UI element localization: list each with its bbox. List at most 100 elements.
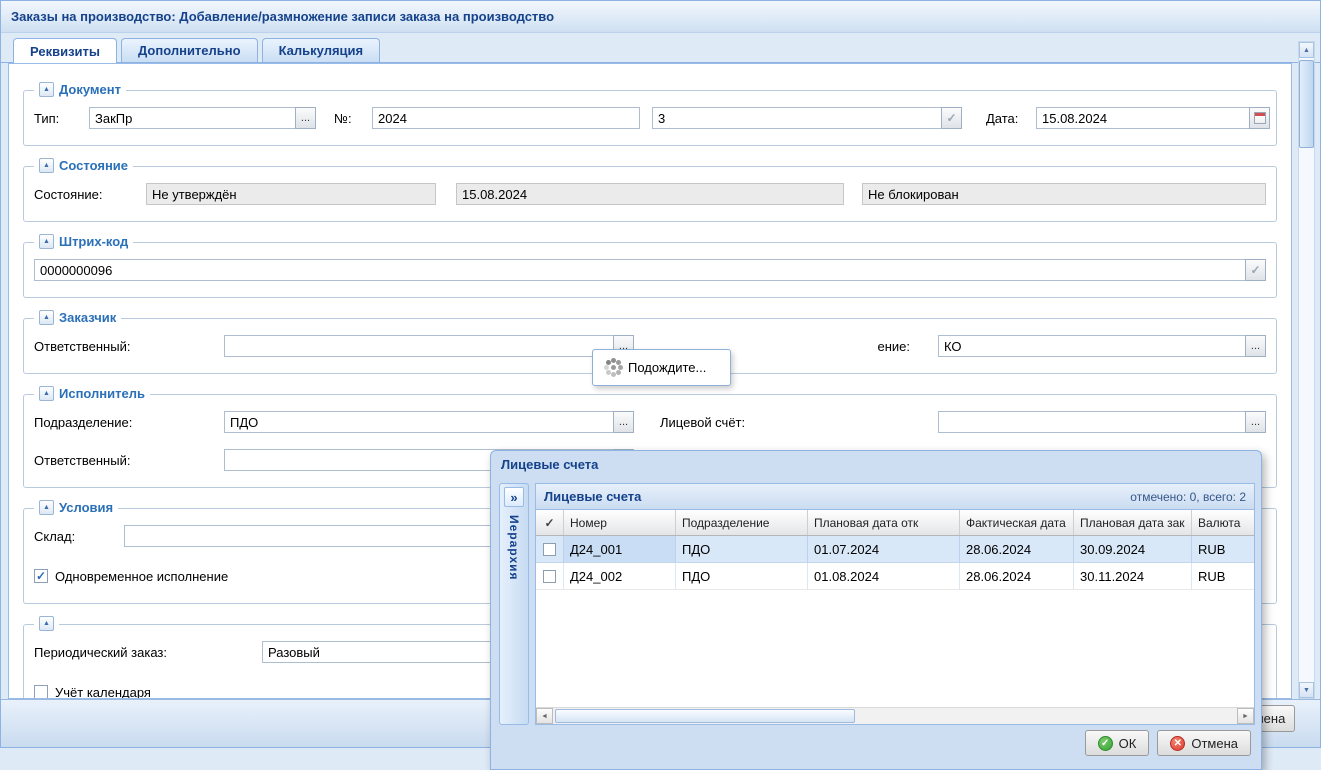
- scroll-up-button[interactable]: ▲: [1299, 42, 1314, 58]
- ok-button[interactable]: ✓ ОК: [1085, 730, 1150, 756]
- executor-division-lookup-button[interactable]: ...: [613, 411, 634, 433]
- column-label: Плановая дата зак: [1080, 516, 1185, 530]
- collapse-toggle[interactable]: ▲: [39, 310, 54, 325]
- scroll-down-button[interactable]: ▼: [1299, 682, 1314, 698]
- barcode-apply-button[interactable]: ✓: [1245, 259, 1266, 281]
- horizontal-scrollbar-thumb[interactable]: [555, 709, 855, 723]
- accounts-grid-title: Лицевые счета: [544, 489, 641, 504]
- cell-text: 30.09.2024: [1080, 542, 1145, 557]
- table-row[interactable]: Д24_002 ПДО 01.08.2024 28.06.2024 30.11.…: [536, 563, 1254, 590]
- dialog-cancel-button[interactable]: ✕ Отмена: [1157, 730, 1251, 756]
- tab-dopolnitelno[interactable]: Дополнительно: [121, 38, 258, 62]
- check-icon: ✓: [36, 569, 46, 583]
- number-input[interactable]: [372, 107, 640, 129]
- number-label: №:: [334, 111, 372, 126]
- row-checkbox[interactable]: [543, 570, 556, 583]
- executor-responsible-label: Ответственный:: [34, 453, 224, 468]
- group-conditions-legend: ▲ Условия: [34, 500, 118, 515]
- collapse-toggle[interactable]: ▲: [39, 158, 54, 173]
- tab-label: Реквизиты: [30, 44, 100, 59]
- scrollbar-thumb[interactable]: [1299, 60, 1314, 148]
- collapse-toggle[interactable]: ▲: [39, 616, 54, 631]
- column-header-currency[interactable]: Валюта: [1192, 510, 1254, 535]
- collapse-toggle[interactable]: ▲: [39, 82, 54, 97]
- scroll-left-icon: ◄: [541, 713, 548, 720]
- state-date-input: [456, 183, 844, 205]
- scroll-left-button[interactable]: ◄: [536, 708, 553, 724]
- collapse-icon: ▲: [43, 620, 50, 627]
- cell-division: ПДО: [676, 563, 808, 589]
- date-input[interactable]: [1036, 107, 1250, 129]
- column-header-number[interactable]: Номер: [564, 510, 676, 535]
- accounts-grid-header: Лицевые счета отмечено: 0, всего: 2: [536, 484, 1254, 510]
- type-label: Тип:: [34, 111, 89, 126]
- calendar-checkbox[interactable]: [34, 685, 48, 699]
- collapse-icon: ▲: [43, 504, 50, 511]
- number2-input[interactable]: [652, 107, 942, 129]
- table-row[interactable]: Д24_001 ПДО 01.07.2024 28.06.2024 30.09.…: [536, 536, 1254, 563]
- row-checkbox[interactable]: [543, 543, 556, 556]
- group-periodic-legend: ▲: [34, 616, 59, 631]
- account-input[interactable]: [938, 411, 1246, 433]
- tab-label: Калькуляция: [279, 43, 364, 58]
- select-all-column-header[interactable]: ✓: [536, 510, 564, 535]
- account-combo: ...: [938, 411, 1266, 433]
- collapse-toggle[interactable]: ▲: [39, 500, 54, 515]
- account-lookup-button[interactable]: ...: [1245, 411, 1266, 433]
- grid-horizontal-scrollbar[interactable]: ◄ ►: [536, 707, 1254, 724]
- column-header-plan-close[interactable]: Плановая дата зак: [1074, 510, 1192, 535]
- calendar-icon: [1254, 112, 1266, 124]
- scroll-right-button[interactable]: ►: [1237, 708, 1254, 724]
- customer-responsible-input[interactable]: [224, 335, 614, 357]
- type-input[interactable]: [89, 107, 296, 129]
- state-status-field: [146, 183, 436, 205]
- ellipsis-icon: ...: [619, 416, 628, 428]
- number-apply-button[interactable]: ✓: [941, 107, 962, 129]
- cell-plan-close: 30.09.2024: [1074, 536, 1192, 562]
- date-picker-button[interactable]: [1249, 107, 1270, 129]
- executor-division-combo: ...: [224, 411, 634, 433]
- barcode-input[interactable]: [34, 259, 1246, 281]
- column-header-fact-date[interactable]: Фактическая дата: [960, 510, 1074, 535]
- type-combo: ...: [89, 107, 316, 129]
- simultaneous-label: Одновременное исполнение: [55, 569, 228, 584]
- executor-division-input[interactable]: [224, 411, 614, 433]
- cell-plan-open: 01.08.2024: [808, 563, 960, 589]
- date-combo: [1036, 107, 1270, 129]
- customer-division-input[interactable]: [938, 335, 1246, 357]
- main-scrollbar[interactable]: ▲ ▼: [1298, 41, 1315, 699]
- column-header-division[interactable]: Подразделение: [676, 510, 808, 535]
- customer-division-lookup-button[interactable]: ...: [1245, 335, 1266, 357]
- collapse-icon: ▲: [43, 238, 50, 245]
- selection-counter: отмечено: 0, всего: 2: [1130, 490, 1246, 504]
- document-row: Тип: ... №: ✓ Дата:: [34, 106, 1266, 130]
- group-title: Исполнитель: [59, 386, 145, 401]
- scroll-right-icon: ►: [1242, 713, 1249, 720]
- check-icon: ✓: [946, 111, 956, 125]
- tab-rekvizity[interactable]: Реквизиты: [13, 38, 117, 63]
- cell-text: RUB: [1198, 542, 1225, 557]
- type-lookup-button[interactable]: ...: [295, 107, 316, 129]
- expand-hierarchy-button[interactable]: »: [504, 487, 524, 507]
- collapse-toggle[interactable]: ▲: [39, 386, 54, 401]
- group-title: Заказчик: [59, 310, 116, 325]
- group-title: Условия: [59, 500, 113, 515]
- tab-kalkulyaciya[interactable]: Калькуляция: [262, 38, 381, 62]
- number2-combo: ✓: [652, 107, 962, 129]
- executor-division-label: Подразделение:: [34, 415, 224, 430]
- customer-division-combo: ...: [938, 335, 1266, 357]
- simultaneous-checkbox[interactable]: ✓: [34, 569, 48, 583]
- cell-text: 28.06.2024: [966, 569, 1031, 584]
- executor-row-1: Подразделение: ... Лицевой счёт: ...: [34, 410, 1266, 434]
- column-header-plan-open[interactable]: Плановая дата отк: [808, 510, 960, 535]
- periodic-label: Периодический заказ:: [34, 645, 262, 660]
- collapse-toggle[interactable]: ▲: [39, 234, 54, 249]
- hierarchy-tab-label[interactable]: Иерархия: [507, 515, 521, 581]
- scroll-up-icon: ▲: [1303, 47, 1310, 54]
- cell-division: ПДО: [676, 536, 808, 562]
- state-label: Состояние:: [34, 187, 146, 202]
- collapse-icon: ▲: [43, 390, 50, 397]
- customer-responsible-label: Ответственный:: [34, 339, 224, 354]
- cell-fact-date: 28.06.2024: [960, 536, 1074, 562]
- warehouse-label: Склад:: [34, 529, 124, 544]
